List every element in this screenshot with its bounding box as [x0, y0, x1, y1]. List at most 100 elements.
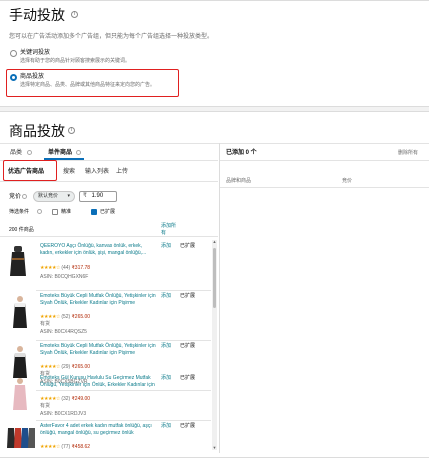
add-product-button[interactable]: 添加 [161, 343, 171, 350]
filter-broad-label: 已扩展 [100, 209, 116, 215]
product-targeting-panel: 商品投放 i 品类 单件商品 优选广告商品 搜索 输入列表 上传 竞价 默认竞价… [0, 111, 429, 458]
broad-tag: 已扩展 [180, 375, 196, 381]
broad-tag: 已扩展 [180, 243, 196, 249]
divider [36, 290, 211, 291]
product-count: 200 件商品 [9, 227, 34, 233]
subtab-search[interactable]: 搜索 [63, 168, 75, 176]
product-thumbnail [7, 428, 35, 448]
divider [36, 340, 211, 341]
scrollbar-thumb[interactable] [213, 248, 216, 308]
bid-amount-value: 1.90 [91, 193, 104, 199]
product-price: ₹265.00 [71, 364, 91, 370]
col-brand-product: 品牌和商品 [226, 178, 252, 184]
product-price: ₹265.00 [71, 314, 91, 320]
info-icon [37, 209, 42, 214]
add-product-button[interactable]: 添加 [161, 375, 171, 382]
bid-amount-input[interactable]: ₹ 1.90 [79, 191, 117, 202]
product-thumbnail [10, 246, 26, 276]
tab-category[interactable]: 品类 [10, 149, 22, 157]
manual-description: 您可以在广告活动添加多个广告组，但只能为每个广告组选择一种投放类型。 [9, 34, 214, 40]
scrollbar-down-icon[interactable]: ▼ [212, 446, 217, 450]
divider [0, 143, 429, 144]
star-rating-icon: ★★★★☆ [40, 314, 60, 320]
divider [0, 181, 218, 182]
filter-exact-label: 精准 [61, 209, 72, 215]
product-title[interactable]: Emoteks Büyük Cepli Mutfak Önlüğü, Yetiş… [40, 293, 160, 307]
add-product-button[interactable]: 添加 [161, 293, 171, 300]
keyword-targeting-radio[interactable] [10, 50, 17, 57]
product-title[interactable]: QEEROYO Aşçı Önlüğü, kanvas önlük, erkek… [40, 243, 155, 257]
add-product-button[interactable]: 添加 [161, 243, 171, 250]
product-price: ₹249.00 [71, 396, 91, 402]
product-thumbnail [13, 378, 27, 410]
stock-note: 有货 [40, 403, 51, 409]
product-asin: ASIN: B0CX4RQSZ5 [40, 329, 87, 335]
added-count: 已添加 0 个 [226, 150, 257, 156]
divider [36, 420, 211, 421]
column-divider [219, 143, 220, 453]
scrollbar[interactable]: ▲ ▼ [212, 240, 217, 450]
info-icon[interactable]: i [71, 11, 78, 18]
info-icon [27, 150, 32, 155]
info-icon [76, 150, 81, 155]
product-rating: ★★★★☆ (44) ₹317.78 [40, 265, 90, 272]
product-title[interactable]: AsterFavor 4 adet erkek kadın mutfak önl… [40, 423, 160, 437]
bid-type-value: 默认竞价 [38, 193, 59, 199]
add-all-link[interactable]: 添加所有 [161, 223, 177, 237]
bid-label: 竞价 [9, 194, 22, 200]
broad-tag: 已扩展 [180, 423, 196, 429]
star-rating-icon: ★★★★☆ [40, 444, 60, 450]
manual-targeting-panel: 手动投放 i 您可以在广告活动添加多个广告组，但只能为每个广告组选择一种投放类型… [0, 0, 429, 107]
highlight-suggested-subtab [3, 160, 57, 181]
star-rating-icon: ★★★★☆ [40, 265, 60, 271]
star-rating-icon: ★★★★☆ [40, 364, 60, 370]
col-bid: 竞价 [342, 178, 353, 184]
broad-tag: 已扩展 [180, 343, 196, 349]
info-icon[interactable]: i [68, 127, 75, 134]
product-price: ₹458.62 [71, 444, 91, 450]
rating-count: (52) [61, 314, 71, 320]
remove-all-link[interactable]: 删除所有 [398, 150, 418, 157]
product-asin: ASIN: B0CQHGXN6F [40, 274, 89, 280]
subtab-upload[interactable]: 上传 [116, 168, 128, 176]
chevron-down-icon: ▾ [67, 193, 70, 199]
filter-exact-checkbox[interactable] [52, 209, 58, 215]
subtab-enter-list[interactable]: 输入列表 [85, 168, 109, 176]
rating-count: (77) [61, 444, 71, 450]
divider [0, 236, 218, 237]
divider [220, 160, 429, 161]
scrollbar-up-icon[interactable]: ▲ [212, 240, 217, 244]
list-item: AsterFavor 4 adet erkek kadın mutfak önl… [0, 422, 210, 454]
list-item: QEEROYO Aşçı Önlüğü, kanvas önlük, erkek… [0, 239, 210, 284]
rating-count: (44) [61, 265, 71, 271]
list-item: Emoteks Büyük Cepli Mutfak Önlüğü, Yetiş… [0, 292, 210, 337]
keyword-targeting-label: 关键词投放 [20, 50, 51, 56]
rating-count: (29) [61, 364, 71, 370]
keyword-targeting-desc: 选择有助于您的商品针对顾客搜索展示的关键词。 [20, 58, 131, 64]
divider [220, 187, 429, 188]
star-rating-icon: ★★★★☆ [40, 396, 60, 402]
manual-title: 手动投放 [9, 7, 65, 23]
product-rating: ★★★★☆ (52) ₹265.00 [40, 314, 90, 321]
list-item: Emoteks Gül Kurusu Havlulu Su Geçirmez M… [0, 374, 210, 419]
product-title[interactable]: Emoteks Büyük Cepli Mutfak Önlüğü, Yetiş… [40, 343, 160, 357]
info-icon [22, 194, 27, 199]
product-rating: ★★★★☆ (32) ₹249.00 [40, 396, 90, 403]
product-thumbnail [13, 296, 27, 328]
tab-individual-product[interactable]: 单件商品 [48, 149, 72, 157]
product-title[interactable]: Emoteks Gül Kurusu Havlulu Su Geçirmez M… [40, 375, 160, 389]
broad-tag: 已扩展 [180, 293, 196, 299]
product-rating: ★★★★☆ (29) ₹265.00 [40, 364, 90, 371]
product-asin: ASIN: B0CX1RDJV3 [40, 411, 87, 417]
add-product-button[interactable]: 添加 [161, 423, 171, 430]
filter-label: 筛选条件 [9, 209, 30, 215]
product-targeting-title: 商品投放 [9, 123, 65, 139]
filter-broad-checkbox[interactable] [91, 209, 97, 215]
rating-count: (32) [61, 396, 71, 402]
stock-note: 有货 [40, 321, 51, 327]
product-price: ₹317.78 [71, 265, 91, 271]
bid-type-select[interactable]: 默认竞价 ▾ [33, 191, 75, 202]
product-rating: ★★★★☆ (77) ₹458.62 [40, 444, 90, 451]
currency-symbol: ₹ [83, 193, 87, 199]
highlight-product-option [6, 69, 179, 97]
